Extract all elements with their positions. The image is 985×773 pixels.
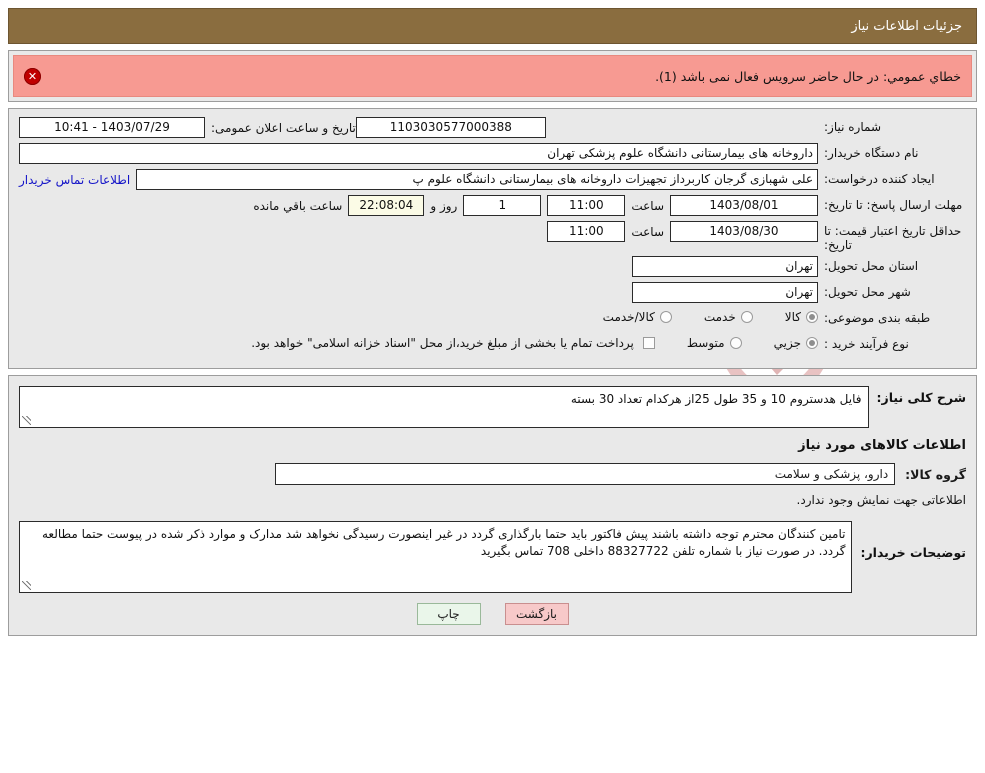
general-description-row: شرح کلی نیاز: فایل هدستروم 10 و 35 طول 2… (19, 386, 966, 428)
need-number-value: 1103030577000388 (355, 117, 546, 138)
buyer-organisation-value: داروخانه های بیمارستانی دانشگاه علوم پزش… (19, 143, 818, 164)
checkbox-icon-treasury-bond[interactable] (642, 337, 655, 349)
buyer-contact-link[interactable]: اطلاعات تماس خریدار (19, 173, 130, 187)
process-option-motevaset[interactable]: متوسط (687, 336, 742, 350)
page-title: جزئیات اطلاعات نیاز (851, 18, 962, 34)
request-creator-row: ایجاد کننده درخواست: علی شهبازی گرجان کا… (19, 169, 966, 191)
radio-icon-motevaset[interactable] (729, 337, 742, 349)
need-number-row: شماره نیاز: 1103030577000388 تاریخ و ساع… (19, 117, 966, 139)
error-banner: ✕ خطاي عمومي: در حال حاضر سرویس فعال نمی… (13, 55, 972, 97)
goods-group-row: گروه کالا: دارو، پزشکی و سلامت (19, 463, 966, 485)
category-option-kala[interactable]: کالا (785, 310, 818, 324)
process-option-jozee-label: جزیي (773, 336, 801, 350)
radio-icon-jozee[interactable] (806, 337, 818, 349)
goods-group-value: دارو، پزشکی و سلامت (275, 463, 896, 485)
error-message: خطاي عمومي: در حال حاضر سرویس فعال نمی ب… (655, 68, 961, 84)
request-creator-value: علی شهبازی گرجان کاربرداز تجهیزات داروخا… (136, 169, 818, 190)
general-description-label: شرح کلی نیاز: (876, 390, 966, 405)
response-deadline-time: 11:00 (547, 195, 626, 216)
announce-label: تاریخ و ساعت اعلان عمومی: (211, 120, 356, 135)
footer-actions: بازگشت چاپ (19, 603, 966, 625)
goods-section-heading: اطلاعات کالاهای مورد نیاز (798, 438, 966, 453)
delivery-city-value: تهران (632, 282, 818, 303)
page-title-bar: جزئیات اطلاعات نیاز (8, 8, 977, 44)
category-option-kala-khedmat-label: کالا/خدمت (602, 310, 655, 324)
announce-datetime-value: 1403/07/29 - 10:41 (19, 117, 205, 138)
remaining-days-value: 1 (463, 195, 542, 216)
print-button[interactable]: چاپ (416, 603, 481, 625)
remaining-days-label: روز و (430, 198, 458, 213)
process-option-motevaset-label: متوسط (686, 336, 725, 350)
buyer-notes-textarea[interactable]: تامین کنندگان محترم توجه داشته باشند پیش… (19, 521, 853, 593)
buyer-organisation-row: نام دستگاه خریدار: داروخانه های بیمارستا… (19, 143, 966, 165)
process-option-jozee[interactable]: جزیي (774, 336, 818, 350)
radio-icon-kala-khedmat[interactable] (659, 311, 672, 323)
price-validity-time: 11:00 (547, 221, 626, 242)
delivery-province-row: استان محل تحویل: تهران (19, 256, 966, 278)
price-validity-time-label: ساعت (631, 224, 664, 239)
goods-group-label: گروه کالا: (905, 466, 966, 482)
category-option-kala-khedmat[interactable]: کالا/خدمت (603, 310, 672, 324)
need-description-panel: شرح کلی نیاز: فایل هدستروم 10 و 35 طول 2… (8, 375, 977, 636)
purchase-process-label: نوع فرآیند خرید : (824, 337, 909, 351)
delivery-city-row: شهر محل تحویل: تهران (19, 282, 966, 304)
radio-icon-khedmat[interactable] (740, 311, 753, 323)
radio-icon-kala[interactable] (806, 311, 818, 323)
treasury-bond-note: پرداخت تمام یا بخشی از مبلغ خرید،از محل … (251, 336, 634, 350)
buyer-organisation-label: نام دستگاه خریدار: (824, 146, 919, 160)
error-banner-container: ✕ خطاي عمومي: در حال حاضر سرویس فعال نمی… (8, 50, 977, 102)
price-validity-date: 1403/08/30 (670, 221, 818, 242)
response-deadline-date: 1403/08/01 (670, 195, 818, 216)
back-button[interactable]: بازگشت (504, 603, 569, 625)
need-number-label: شماره نیاز: (824, 120, 881, 134)
goods-empty-note: اطلاعاتی جهت نمایش وجود ندارد. (796, 493, 966, 507)
deadline-time-label: ساعت (631, 198, 664, 213)
price-validity-row: حداقل تاریخ اعتبار قیمت: تا تاریخ: 1403/… (19, 221, 966, 252)
delivery-province-value: تهران (632, 256, 818, 277)
subject-category-row: طبقه بندی موضوعی: کالا خدمت کالا/خدمت (19, 308, 966, 330)
buyer-notes-label: توضیحات خریدار: (860, 545, 966, 560)
treasury-bond-option[interactable]: پرداخت تمام یا بخشی از مبلغ خرید،از محل … (251, 336, 655, 350)
price-validity-label: حداقل تاریخ اعتبار قیمت: تا تاریخ: (824, 224, 962, 252)
request-creator-label: ایجاد کننده درخواست: (824, 172, 935, 186)
remaining-clock-label: ساعت باقي مانده (253, 198, 343, 213)
response-deadline-row: مهلت ارسال پاسخ: تا تاریخ: 1403/08/01 سا… (19, 195, 966, 217)
subject-category-label: طبقه بندی موضوعی: (824, 311, 931, 325)
response-deadline-label: مهلت ارسال پاسخ: تا تاریخ: (824, 198, 963, 212)
category-option-kala-label: کالا (784, 310, 801, 324)
error-circle-icon: ✕ (24, 67, 41, 85)
delivery-province-label: استان محل تحویل: (824, 259, 919, 273)
general-description-textarea[interactable]: فایل هدستروم 10 و 35 طول 25از هرکدام تعد… (19, 386, 869, 428)
remaining-clock-value: 22:08:04 (348, 195, 425, 216)
need-details-panel: شماره نیاز: 1103030577000388 تاریخ و ساع… (8, 108, 977, 369)
buyer-notes-row: توضیحات خریدار: تامین کنندگان محترم توجه… (19, 521, 966, 593)
purchase-process-row: نوع فرآیند خرید : جزیي متوسط پرداخت تمام… (19, 334, 966, 356)
delivery-city-label: شهر محل تحویل: (824, 285, 911, 299)
category-option-khedmat[interactable]: خدمت (704, 310, 753, 324)
category-option-khedmat-label: خدمت (703, 310, 736, 324)
